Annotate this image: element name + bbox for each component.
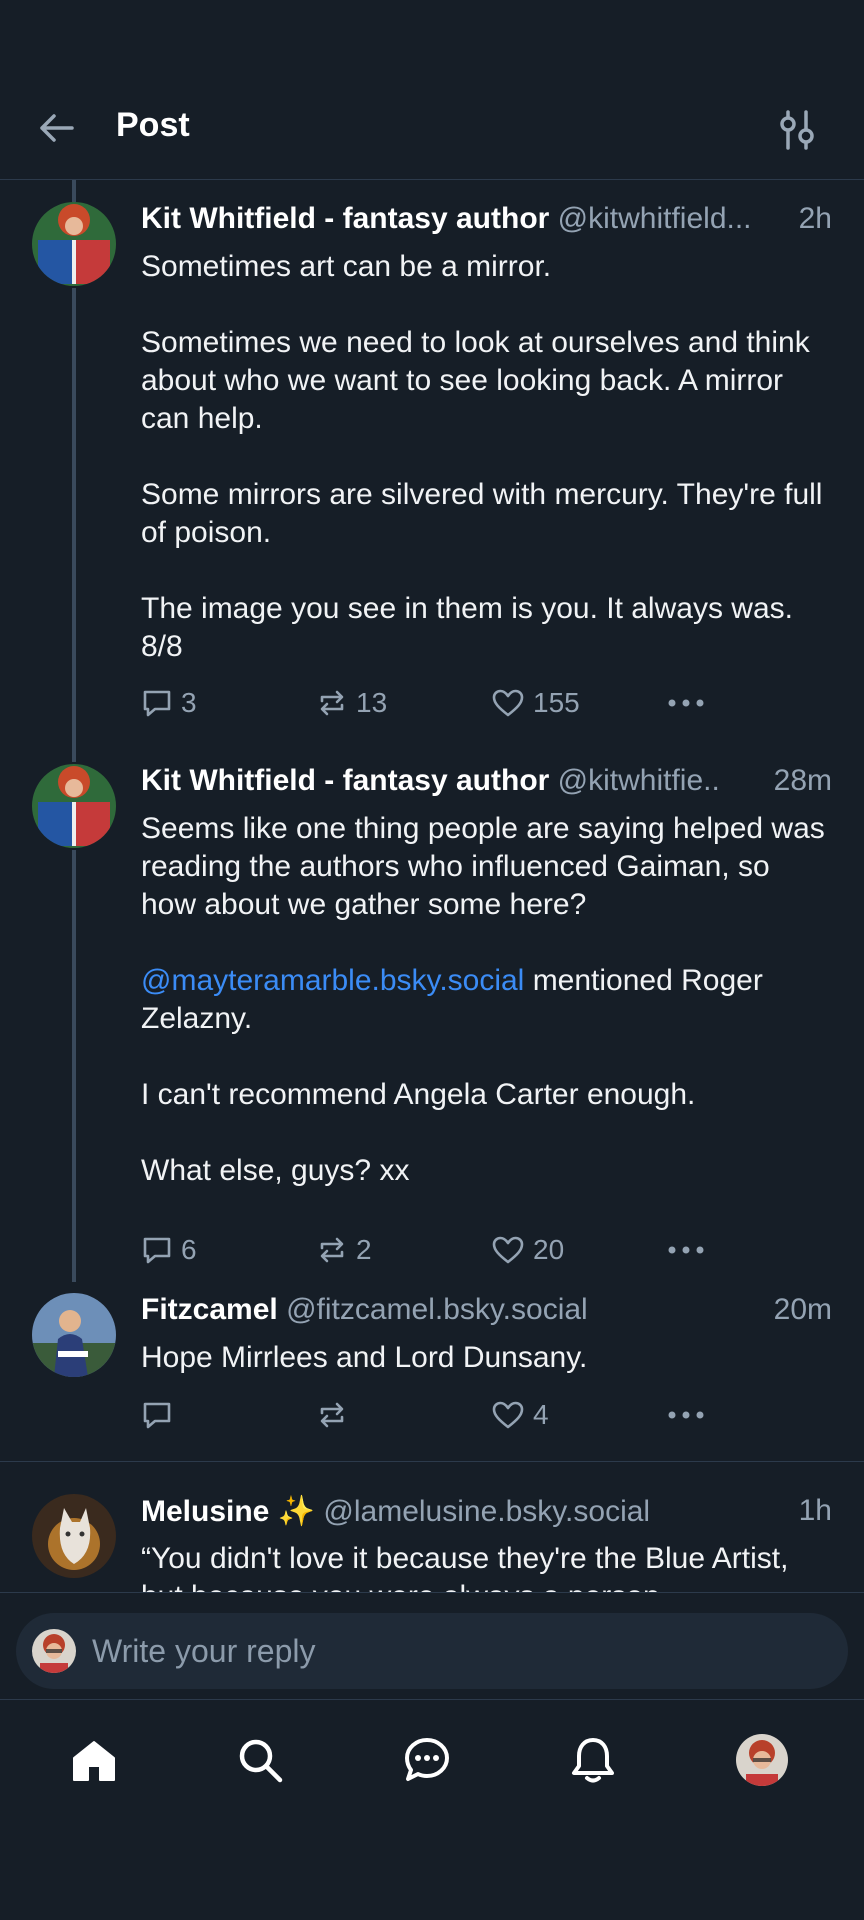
post-fitzcamel[interactable]: Fitzcamel @fitzcamel.bsky.social 20m Hop… [0, 1293, 864, 1453]
bottom-spacer [0, 1820, 864, 1920]
sliders-icon[interactable] [776, 108, 820, 152]
like-button[interactable]: 155 [491, 683, 580, 723]
bottom-nav [0, 1700, 864, 1820]
repost-button[interactable] [316, 1395, 356, 1435]
profile-avatar[interactable] [732, 1730, 792, 1790]
like-count: 155 [533, 687, 580, 718]
post-time: 1h [794, 1494, 832, 1528]
page-title: Post [116, 106, 190, 144]
chat-icon[interactable] [397, 1730, 457, 1790]
reply-placeholder: Write your reply [92, 1633, 316, 1669]
post-header: Kit Whitfield - fantasy author @kitwhitf… [141, 764, 832, 804]
post-paragraph: I can't recommend Angela Carter enough. [141, 1078, 696, 1111]
home-icon[interactable] [64, 1730, 124, 1790]
author-name[interactable]: Kit Whitfield - fantasy author [141, 764, 549, 797]
my-avatar [32, 1629, 76, 1673]
post-paragraph: “You didn't love it because they're the … [141, 1542, 789, 1592]
repost-icon [320, 1237, 344, 1263]
more-options-icon[interactable] [666, 1395, 714, 1435]
post-paragraph: The image you see in them is you. It alw… [141, 592, 793, 663]
author-name[interactable]: Fitzcamel [141, 1293, 278, 1326]
reply-composer-bar: Write your reply [0, 1592, 864, 1700]
repost-count: 13 [356, 687, 388, 718]
post-actions: 6 2 20 [141, 1230, 741, 1270]
post-actions: 3 13 155 [141, 683, 741, 723]
author-handle[interactable]: @fitzcamel.bsky.social [286, 1293, 588, 1326]
repost-icon [320, 690, 344, 716]
repost-button[interactable]: 2 [316, 1230, 372, 1270]
reply-button[interactable]: 6 [141, 1230, 197, 1270]
author-name[interactable]: Kit Whitfield - fantasy author [141, 202, 549, 235]
post-paragraph: What else, guys? xx [141, 1154, 410, 1187]
post-time: 20m [769, 1293, 832, 1327]
thread-line [72, 180, 76, 202]
avatar[interactable] [32, 764, 116, 848]
reply-button[interactable] [141, 1395, 181, 1435]
post-header: Melusine ✨ @lamelusine.bsky.social 1h [141, 1494, 832, 1534]
heart-icon [492, 1401, 524, 1429]
heart-icon [492, 1236, 524, 1264]
avatar[interactable] [32, 1293, 116, 1377]
search-icon[interactable] [230, 1730, 290, 1790]
post-text: Hope Mirrlees and Lord Dunsany. [141, 1339, 831, 1377]
thread-line [72, 288, 76, 762]
back-arrow-icon[interactable] [36, 108, 86, 148]
post-header: Kit Whitfield - fantasy author @kitwhitf… [141, 202, 832, 242]
post-kit-whitfield-gather[interactable]: Kit Whitfield - fantasy author @kitwhitf… [0, 764, 864, 1282]
post-melusine[interactable]: Melusine ✨ @lamelusine.bsky.social 1h “Y… [0, 1494, 864, 1592]
avatar[interactable] [32, 202, 116, 286]
post-text: Seems like one thing people are saying h… [141, 810, 831, 1190]
post-header: Fitzcamel @fitzcamel.bsky.social 20m [141, 1293, 832, 1333]
repost-button[interactable]: 13 [316, 683, 387, 723]
post-text: Sometimes art can be a mirror. Sometimes… [141, 248, 831, 666]
post-text: “You didn't love it because they're the … [141, 1540, 831, 1592]
repost-count: 2 [356, 1234, 372, 1265]
author-handle[interactable]: @kitwhitfield... [558, 202, 752, 235]
more-options-icon[interactable] [666, 683, 714, 723]
post-paragraph: Sometimes art can be a mirror. [141, 250, 552, 283]
post-actions: 4 [141, 1395, 741, 1435]
like-button[interactable]: 20 [491, 1230, 564, 1270]
post-time: 28m [769, 764, 832, 798]
reply-icon [143, 690, 171, 717]
author-handle[interactable]: @lamelusine.bsky.social [323, 1495, 650, 1528]
more-options-icon[interactable] [666, 1230, 714, 1270]
reply-count: 6 [181, 1234, 197, 1265]
post-paragraph: Sometimes we need to look at ourselves a… [141, 326, 810, 435]
bell-icon[interactable] [563, 1730, 623, 1790]
repost-icon [320, 1402, 344, 1428]
top-bar: Post [0, 0, 864, 180]
post-paragraph: Some mirrors are silvered with mercury. … [141, 478, 823, 549]
divider [0, 1461, 864, 1462]
reply-count: 3 [181, 687, 197, 718]
like-count: 4 [533, 1399, 549, 1430]
author-handle[interactable]: @kitwhitfie.. [558, 764, 720, 797]
post-paragraph: Seems like one thing people are saying h… [141, 812, 825, 921]
reply-icon [143, 1237, 171, 1264]
avatar[interactable] [32, 1494, 116, 1578]
reply-icon [143, 1402, 171, 1429]
post-paragraph: @mayteramarble.bsky.social mentioned Rog… [141, 962, 831, 1038]
reply-button[interactable]: 3 [141, 683, 197, 723]
like-button[interactable]: 4 [491, 1395, 549, 1435]
thread-line [72, 850, 76, 1282]
mention-link[interactable]: @mayteramarble.bsky.social [141, 964, 524, 997]
post-kit-whitfield-8of8[interactable]: Kit Whitfield - fantasy author @kitwhitf… [0, 202, 864, 762]
post-paragraph: Hope Mirrlees and Lord Dunsany. [141, 1341, 588, 1374]
heart-icon [492, 689, 524, 717]
post-time: 2h [794, 202, 832, 236]
like-count: 20 [533, 1234, 565, 1265]
reply-input[interactable]: Write your reply [16, 1613, 848, 1689]
author-name[interactable]: Melusine ✨ [141, 1495, 315, 1528]
